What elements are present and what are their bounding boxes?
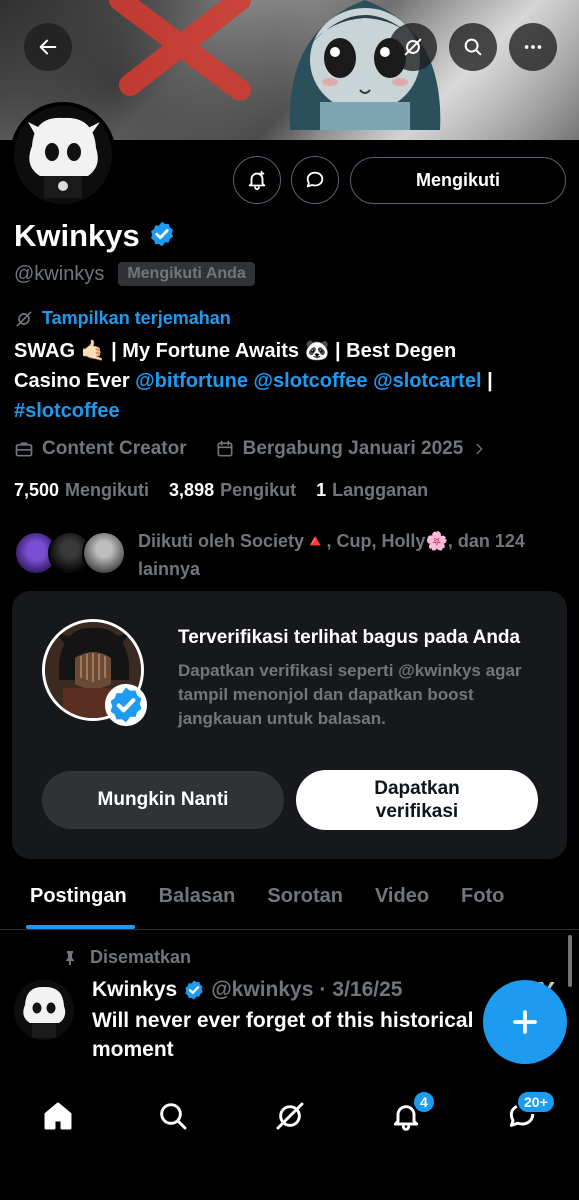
following-count[interactable]: 7,500 — [14, 480, 59, 501]
get-verified-button[interactable]: Dapatkan verifikasi — [296, 770, 538, 830]
bell-plus-icon — [248, 170, 266, 191]
calendar-icon — [217, 440, 233, 457]
mention-slotcartel[interactable]: @slotcartel — [373, 370, 481, 392]
following-button[interactable]: Mengikuti — [350, 157, 566, 204]
bio-line-1: SWAG 🤙🏻 | My Fortune Awaits 🐼 | Best Deg… — [14, 340, 457, 362]
tab-foto[interactable]: Foto — [445, 872, 520, 929]
post-author-avatar[interactable] — [14, 980, 74, 1040]
post-header: Kwinkys @kwinkys · 3/16/25 — [92, 978, 402, 1002]
nav-home[interactable] — [38, 1096, 78, 1136]
promo-title: Terverifikasi terlihat bagus pada Anda — [178, 627, 521, 648]
avatar-image — [14, 106, 112, 204]
plus-icon — [513, 1010, 537, 1034]
subscriptions-label[interactable]: Langganan — [332, 480, 428, 501]
verified-badge-icon — [104, 683, 148, 727]
mention-bitfortune[interactable]: @bitfortune — [135, 370, 248, 392]
post-text[interactable]: Will never ever forget of this historica… — [92, 1006, 492, 1064]
chevron-right-icon[interactable] — [471, 441, 487, 457]
tab-postingan[interactable]: Postingan — [0, 872, 143, 929]
back-button[interactable] — [24, 23, 72, 71]
nav-grok[interactable] — [270, 1096, 310, 1136]
nav-search[interactable] — [153, 1096, 193, 1136]
more-button[interactable] — [509, 23, 557, 71]
tab-balasan[interactable]: Balasan — [143, 872, 252, 929]
profile-bio: SWAG 🤙🏻 | My Fortune Awaits 🐼 | Best Deg… — [14, 336, 574, 426]
followed-by-avatars[interactable] — [14, 528, 134, 578]
profile-category: Content Creator — [42, 438, 187, 459]
joined-date: Bergabung Januari 2025 — [242, 438, 464, 459]
pin-icon — [66, 950, 74, 965]
pinned-label: Disematkan — [90, 947, 192, 967]
hashtag-slotcoffee[interactable]: #slotcoffee — [14, 400, 120, 422]
maybe-later-button[interactable]: Mungkin Nanti — [42, 771, 284, 829]
home-icon — [44, 1102, 72, 1130]
followers-label[interactable]: Pengikut — [220, 480, 296, 501]
notifications-badge: 4 — [412, 1090, 436, 1114]
followed-by-text[interactable]: Diikuti oleh Society🔺, Cup, Holly🌸, dan … — [138, 527, 558, 583]
post-date[interactable]: 3/16/25 — [332, 978, 402, 1002]
bio-text: Casino Ever — [14, 370, 136, 392]
profile-handle: @kwinkys — [14, 262, 105, 285]
briefcase-icon — [15, 442, 33, 457]
subscriptions-count[interactable]: 1 — [316, 480, 326, 501]
profile-name: Kwinkys — [14, 218, 140, 253]
profile-tabs: Postingan Balasan Sorotan Video Foto — [0, 872, 579, 930]
search-button[interactable] — [449, 23, 497, 71]
profile-avatar[interactable] — [10, 102, 116, 208]
translate-link-label: Tampilkan terjemahan — [42, 308, 231, 328]
verified-badge-icon[interactable] — [148, 220, 176, 253]
notify-bell-button[interactable] — [233, 156, 281, 204]
arrow-left-icon — [39, 39, 57, 55]
mini-avatar — [82, 531, 126, 575]
scrollbar[interactable] — [568, 935, 572, 987]
post-author-handle[interactable]: @kwinkys — [211, 978, 313, 1002]
followers-count[interactable]: 3,898 — [169, 480, 214, 501]
chat-bubble-icon — [306, 171, 324, 188]
follows-you-badge: Mengikuti Anda — [118, 262, 255, 286]
grok-icon — [16, 311, 32, 326]
more-horizontal-icon — [524, 45, 542, 49]
banner-red-x — [109, 0, 251, 100]
mention-slotcoffee[interactable]: @slotcoffee — [254, 370, 368, 392]
tab-video[interactable]: Video — [359, 872, 445, 929]
verification-promo-card: Terverifikasi terlihat bagus pada Anda D… — [12, 591, 567, 859]
messages-badge: 20+ — [516, 1090, 556, 1114]
grok-icon — [276, 1102, 304, 1130]
message-button[interactable] — [291, 156, 339, 204]
promo-description: Dapatkan verifikasi seperti @kwinkys aga… — [178, 661, 522, 728]
tab-sorotan[interactable]: Sorotan — [251, 872, 359, 929]
pinned-indicator: Disematkan — [62, 947, 191, 968]
grok-button[interactable] — [389, 23, 437, 71]
bottom-navigation: 4 20+ — [0, 1070, 579, 1200]
post-separator: · — [319, 978, 327, 1001]
translate-link[interactable]: Tampilkan terjemahan — [14, 308, 231, 329]
following-label[interactable]: Mengikuti — [65, 480, 149, 501]
search-icon — [464, 38, 482, 56]
post-author-name[interactable]: Kwinkys — [92, 978, 177, 1002]
grok-icon — [404, 38, 422, 56]
compose-post-button[interactable] — [483, 980, 567, 1064]
verified-badge-icon — [185, 980, 203, 1000]
search-icon — [160, 1103, 187, 1130]
bio-separator: | — [481, 370, 493, 392]
